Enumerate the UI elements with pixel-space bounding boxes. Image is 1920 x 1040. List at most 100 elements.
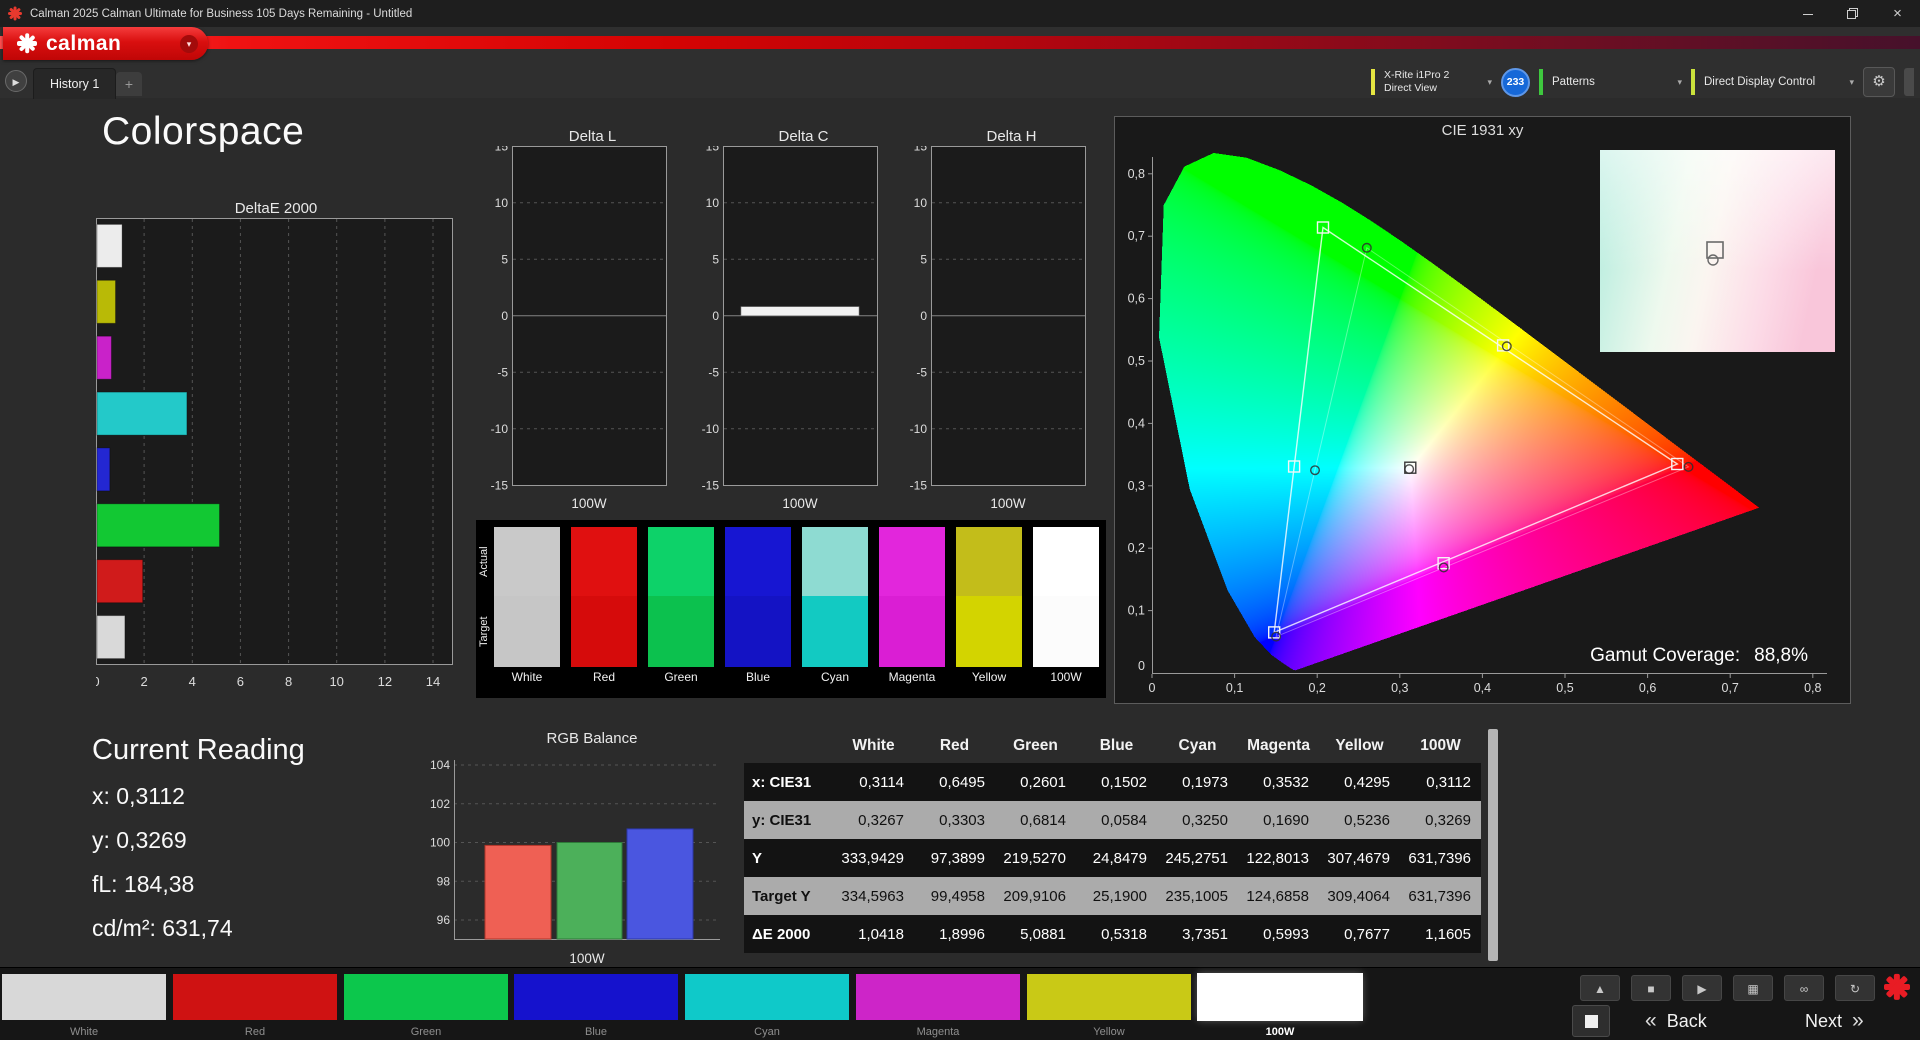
- table-cell: 209,9106: [1003, 887, 1066, 905]
- rgb-balance-chart-panel: RGB Balance 104 102 100 98 96 100W: [420, 730, 730, 978]
- target-swatch: [879, 596, 945, 667]
- svg-text:12: 12: [378, 674, 392, 689]
- overflow-button[interactable]: [1904, 68, 1914, 96]
- titlebar: Calman 2025 Calman Ultimate for Business…: [0, 0, 1920, 27]
- deltae-chart-panel: DeltaE 2000 0 2 4 6 8 10 12 14: [92, 200, 456, 701]
- svg-text:5: 5: [920, 252, 927, 266]
- table-cell: 0,3267: [858, 811, 904, 829]
- table-row: Y 333,9429 97,3899 219,5270 24,8479 245,2751 1…: [744, 839, 1481, 877]
- patch-window-button[interactable]: [1572, 1005, 1610, 1037]
- table-cell: 0,6495: [939, 773, 985, 791]
- meter-status-bar: [1371, 69, 1375, 95]
- pattern-patch-Red[interactable]: Red: [173, 974, 337, 1038]
- target-swatch: [1033, 596, 1099, 667]
- table-cell: 3,7351: [1182, 925, 1228, 943]
- next-button[interactable]: Next »: [1805, 1005, 1864, 1037]
- pattern-patch-Green[interactable]: Green: [344, 974, 508, 1038]
- link-button[interactable]: ∞: [1784, 975, 1824, 1001]
- pattern-patch-100W[interactable]: 100W: [1197, 973, 1363, 1038]
- patterns-status-bar: [1539, 69, 1543, 95]
- svg-text:0,5: 0,5: [1556, 681, 1573, 695]
- reading-x: x: 0,3112: [92, 783, 185, 809]
- table-cell: 0,6814: [1020, 811, 1066, 829]
- close-button[interactable]: ×: [1875, 0, 1920, 27]
- display-status-bar: [1691, 69, 1695, 95]
- chevron-down-icon: ▾: [1487, 76, 1492, 87]
- patterns-dropdown[interactable]: Patterns ▾: [1552, 76, 1682, 88]
- table-header: 100W: [1420, 737, 1461, 754]
- actual-swatch: [494, 527, 560, 596]
- table-scrollbar[interactable]: [1488, 729, 1498, 961]
- svg-text:98: 98: [437, 874, 451, 888]
- svg-text:-10: -10: [702, 422, 720, 436]
- svg-text:100W: 100W: [571, 496, 607, 511]
- table-cell: 0,3303: [939, 811, 985, 829]
- svg-text:0,8: 0,8: [1804, 681, 1821, 695]
- minimize-button[interactable]: [1785, 0, 1830, 27]
- table-cell: 334,5963: [841, 887, 904, 905]
- panel-expand-button[interactable]: ▶: [5, 70, 27, 92]
- display-control-dropdown[interactable]: Direct Display Control ▾: [1704, 76, 1854, 88]
- table-cell: 0,3250: [1182, 811, 1228, 829]
- svg-text:0,2: 0,2: [1128, 541, 1145, 555]
- add-tab-icon: +: [124, 76, 134, 92]
- svg-text:0,7: 0,7: [1128, 229, 1145, 243]
- calman-star-icon: [17, 33, 37, 54]
- table-cell: 124,6858: [1246, 887, 1309, 905]
- svg-text:-15: -15: [491, 478, 509, 492]
- tab-history-1[interactable]: History 1: [33, 68, 117, 99]
- add-tab-button[interactable]: +: [116, 72, 142, 96]
- patch-swatch: [685, 974, 849, 1020]
- tab-bar: ▶ History 1 + X-Rite i1Pro 2 Direct View…: [0, 66, 1920, 99]
- calman-logo-button[interactable]: calman ▾: [3, 27, 208, 60]
- pattern-patch-Blue[interactable]: Blue: [514, 974, 678, 1038]
- target-swatch: [648, 596, 714, 667]
- patch-swatch: [2, 974, 166, 1020]
- meter-mode: Direct View: [1384, 82, 1437, 94]
- swatch-label: Blue: [745, 670, 771, 684]
- table-cell: 0,2601: [1020, 773, 1066, 791]
- svg-text:-5: -5: [708, 365, 719, 379]
- patch-label: Cyan: [754, 1026, 780, 1038]
- svg-text:-10: -10: [491, 422, 509, 436]
- pattern-patch-Yellow[interactable]: Yellow: [1027, 974, 1191, 1038]
- svg-text:0,6: 0,6: [1639, 681, 1656, 695]
- actual-swatch: [648, 527, 714, 596]
- back-button[interactable]: « Back: [1645, 1005, 1707, 1037]
- meter-dropdown[interactable]: X-Rite i1Pro 2 Direct View ▾: [1384, 69, 1492, 94]
- maximize-button[interactable]: [1830, 0, 1875, 27]
- pattern-patch-White[interactable]: White: [2, 974, 166, 1038]
- svg-text:0,1: 0,1: [1128, 604, 1145, 618]
- table-cell: 0,1502: [1101, 773, 1147, 791]
- table-row: Target Y 334,5963 99,4958 209,9106 25,1900 23…: [744, 877, 1481, 915]
- svg-text:5: 5: [712, 252, 719, 266]
- delta-h-chart: 15 10 5 0 -5 -10 -15 100W: [897, 139, 1092, 523]
- delta-l-chart: 15 10 5 0 -5 -10 -15 100W: [478, 139, 673, 523]
- table-row: ΔE 2000 1,0418 1,8996 5,0881 0,5318 3,7351 0,5…: [744, 915, 1481, 953]
- chevron-down-icon: ▾: [1677, 76, 1682, 87]
- reading-fl: fL: 184,38: [92, 871, 195, 897]
- table-cell: 1,0418: [858, 925, 904, 943]
- svg-text:100W: 100W: [569, 951, 605, 966]
- table-cell: 97,3899: [930, 849, 985, 867]
- settings-gear-button[interactable]: ⚙: [1863, 67, 1895, 97]
- collapse-button[interactable]: ▲: [1580, 975, 1620, 1001]
- refresh-button[interactable]: ↻: [1835, 975, 1875, 1001]
- table-cell: 1,8996: [939, 925, 985, 943]
- actual-swatch: [879, 527, 945, 596]
- stop-button[interactable]: ■: [1631, 975, 1671, 1001]
- save-button[interactable]: ▦: [1733, 975, 1773, 1001]
- pattern-patch-Cyan[interactable]: Cyan: [685, 974, 849, 1038]
- table-header: Magenta: [1247, 737, 1310, 754]
- svg-text:0,8: 0,8: [1128, 167, 1145, 181]
- pattern-patch-Magenta[interactable]: Magenta: [856, 974, 1020, 1038]
- chevron-down-icon[interactable]: ▾: [180, 34, 198, 53]
- table-cell: 24,8479: [1092, 849, 1147, 867]
- target-swatch: [571, 596, 637, 667]
- svg-text:10: 10: [329, 674, 343, 689]
- pattern-count-badge[interactable]: 233: [1501, 67, 1530, 97]
- table-header: Cyan: [1178, 737, 1217, 754]
- play-button[interactable]: ▶: [1682, 975, 1722, 1001]
- table-cell: 0,1690: [1263, 811, 1309, 829]
- target-swatch: [802, 596, 868, 667]
